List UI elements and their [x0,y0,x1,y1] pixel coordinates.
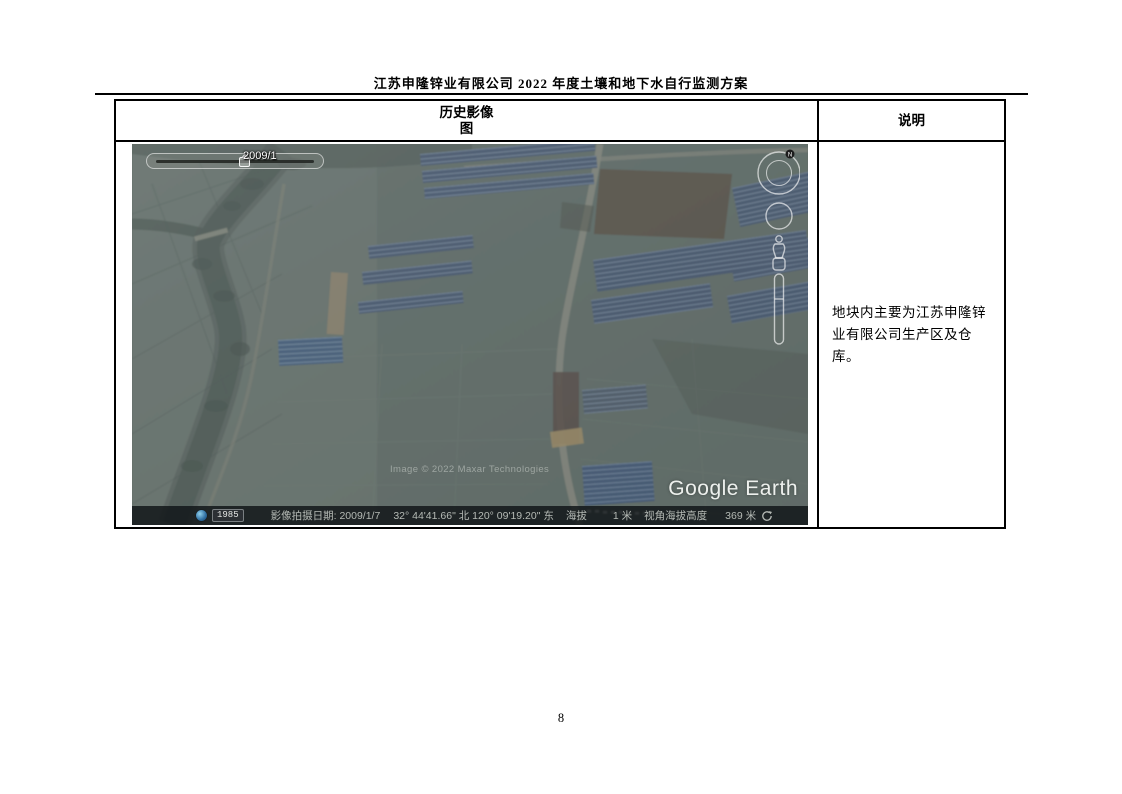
elevation-label: 海拔 [566,508,587,523]
time-slider[interactable]: 2009/1 [146,153,324,169]
history-clock-icon[interactable] [196,510,207,521]
satellite-image: 2009/1 [132,144,808,525]
elevation-value: 1 米 [613,508,632,523]
look-joystick-icon[interactable] [767,161,792,186]
coordinates: 32° 44'41.66" 北 120° 09'19.20" 东 [393,508,554,523]
compass-reset-icon [761,510,773,522]
imagery-copyright: Image © 2022 Maxar Technologies [390,464,549,475]
compass-ring-icon[interactable] [758,152,800,194]
street-view-icon[interactable] [773,236,784,258]
page-number: 8 [0,711,1122,726]
pan-joystick-icon[interactable] [766,203,792,229]
zoom-slider-icon[interactable] [773,258,785,344]
table-header-line1: 历史影像 [440,105,494,121]
eye-altitude-label: 视角海拔高度 [644,508,707,523]
table-header-history-image: 历史影像 图 [116,101,819,142]
navigation-controls[interactable]: N [744,146,800,351]
table-cell-description: 地块内主要为江苏申隆锌业有限公司生产区及仓库。 [819,142,1004,527]
imagery-date: 影像拍摄日期: 2009/1/7 [271,508,381,523]
header-divider [95,93,1028,95]
table-header-line2: 图 [460,121,474,137]
document-title: 江苏申隆锌业有限公司 2022 年度土壤和地下水自行监测方案 [0,73,1122,92]
google-earth-logo: Google Earth [668,477,798,501]
table-header-label: 说明 [898,113,925,129]
eye-altitude-value: 369 米 [725,508,756,523]
time-slider-track[interactable] [156,160,314,163]
table-header-description: 说明 [819,101,1004,142]
description-text: 地块内主要为江苏申隆锌业有限公司生产区及仓库。 [832,302,994,368]
history-image-table: 历史影像 图 说明 [114,99,1006,529]
compass-north-label: N [788,152,792,158]
status-bar: 1985 影像拍摄日期: 2009/1/7 32° 44'41.66" 北 12… [132,506,808,525]
history-year-badge[interactable]: 1985 [212,509,244,522]
time-slider-date-label: 2009/1 [243,150,277,162]
table-cell-image: 2009/1 [116,142,819,527]
